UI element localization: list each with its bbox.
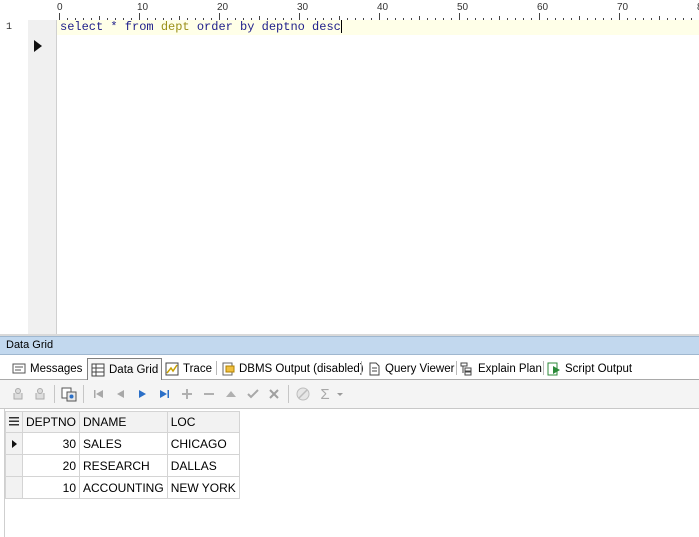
explain-plan-icon — [460, 362, 474, 376]
row-indicator[interactable] — [5, 432, 23, 455]
refresh-icon[interactable] — [295, 386, 311, 402]
last-record-icon[interactable] — [156, 386, 172, 402]
tab-dbms-output[interactable]: DBMS Output (disabled) — [221, 359, 364, 378]
sql-editor[interactable]: 01020304050607080 1 select * from dept o… — [0, 0, 699, 334]
ruler-label: 50 — [457, 2, 469, 13]
tab-separator — [543, 361, 544, 375]
cell-loc[interactable]: CHICAGO — [166, 432, 240, 455]
tab-separator — [216, 361, 217, 375]
save-icon[interactable] — [10, 386, 26, 402]
tab-label: Script Output — [565, 362, 633, 375]
data-grid-icon — [91, 363, 105, 377]
prior-record-icon[interactable] — [113, 386, 129, 402]
table-row[interactable]: 10 ACCOUNTING NEW YORK — [5, 476, 240, 499]
cell-deptno[interactable]: 30 — [21, 432, 81, 455]
tab-label: Messages — [30, 362, 83, 375]
tab-label: DBMS Output (disabled) — [239, 362, 364, 375]
tab-label: Data Grid — [109, 363, 159, 376]
header-row: DEPTNO DNAME LOC — [5, 411, 240, 433]
output-panel-title-bar: Data Grid — [0, 336, 699, 355]
sql-keyword-text: select * from — [60, 20, 161, 34]
tab-trace[interactable]: Trace — [165, 359, 212, 378]
cell-dname[interactable]: SALES — [79, 432, 168, 455]
cell-deptno[interactable]: 20 — [21, 454, 81, 477]
current-line-arrow-icon — [34, 40, 42, 52]
ruler-label: 10 — [137, 2, 149, 13]
edit-record-icon[interactable] — [223, 386, 239, 402]
line-number-gutter: 1 — [0, 20, 28, 334]
tab-messages[interactable]: Messages — [12, 359, 82, 378]
ruler-tick — [299, 13, 300, 20]
tab-explain-plan[interactable]: Explain Plan — [460, 359, 542, 378]
sum-icon[interactable]: Σ — [317, 386, 333, 403]
sql-keyword-text: order by deptno desc — [189, 20, 341, 34]
ruler-label: 70 — [617, 2, 629, 13]
output-tabs: Messages Data Grid Trace DBMS Output (di… — [0, 355, 699, 380]
ruler-tick — [219, 13, 220, 20]
query-viewer-icon — [367, 362, 381, 376]
post-edit-icon[interactable] — [245, 386, 261, 402]
marker-gutter — [28, 20, 57, 334]
results-table: DEPTNO DNAME LOC 30 SALES CHICAGO 20 RES… — [5, 411, 240, 499]
table-row[interactable]: 30 SALES CHICAGO — [5, 432, 240, 455]
export-icon[interactable] — [61, 386, 77, 402]
cell-dname[interactable]: ACCOUNTING — [79, 476, 168, 499]
column-header-deptno[interactable]: DEPTNO — [21, 411, 81, 433]
next-record-icon[interactable] — [134, 386, 150, 402]
ruler-tick — [459, 13, 460, 20]
table-row[interactable]: 20 RESEARCH DALLAS — [5, 454, 240, 477]
column-header-loc[interactable]: LOC — [166, 411, 240, 433]
ruler-tick — [59, 13, 60, 20]
ruler-tick — [539, 13, 540, 20]
cancel-edit-icon[interactable] — [266, 386, 282, 402]
ruler-tick — [139, 13, 140, 20]
script-output-icon — [547, 362, 561, 376]
results-grid[interactable]: DEPTNO DNAME LOC 30 SALES CHICAGO 20 RES… — [4, 409, 699, 537]
ruler-label: 40 — [377, 2, 389, 13]
toolbar-separator — [83, 385, 84, 403]
text-caret — [340, 20, 342, 34]
tab-script-output[interactable]: Script Output — [547, 359, 632, 378]
save-as-icon[interactable] — [32, 386, 48, 402]
current-row-arrow-icon — [11, 439, 17, 448]
ruler-label: 0 — [57, 2, 63, 13]
tab-separator — [456, 361, 457, 375]
grid-menu-icon[interactable] — [5, 411, 23, 433]
column-ruler: 01020304050607080 — [57, 0, 699, 21]
cell-loc[interactable]: DALLAS — [166, 454, 240, 477]
ruler-label: 20 — [217, 2, 229, 13]
insert-record-icon[interactable] — [179, 386, 195, 402]
output-panel-title: Data Grid — [6, 339, 54, 351]
tab-label: Trace — [183, 362, 212, 375]
code-area[interactable]: select * from dept order by deptno desc — [57, 20, 699, 334]
delete-record-icon[interactable] — [201, 386, 217, 402]
ruler-tick — [379, 13, 380, 20]
toolbar-separator — [288, 385, 289, 403]
row-indicator[interactable] — [5, 454, 23, 477]
tab-query-viewer[interactable]: Query Viewer — [367, 359, 454, 378]
tab-data-grid[interactable]: Data Grid — [87, 358, 163, 380]
ruler-tick — [619, 13, 620, 20]
cell-dname[interactable]: RESEARCH — [79, 454, 168, 477]
column-header-dname[interactable]: DNAME — [79, 411, 168, 433]
cell-deptno[interactable]: 10 — [21, 476, 81, 499]
toolbar-separator — [54, 385, 55, 403]
ruler-label: 60 — [537, 2, 549, 13]
sql-table-name: dept — [160, 20, 190, 34]
line-number: 1 — [6, 22, 13, 33]
dropdown-icon[interactable] — [335, 386, 345, 402]
trace-icon — [165, 362, 179, 376]
ruler-label: 30 — [297, 2, 309, 13]
messages-icon — [12, 362, 26, 376]
grid-toolbar: Σ — [0, 380, 699, 409]
dbms-output-icon — [221, 362, 235, 376]
tab-label: Query Viewer — [385, 362, 455, 375]
tab-label: Explain Plan — [478, 362, 542, 375]
sql-statement[interactable]: select * from dept order by deptno desc — [60, 20, 342, 35]
tab-separator — [361, 361, 362, 375]
first-record-icon[interactable] — [91, 386, 107, 402]
cell-loc[interactable]: NEW YORK — [166, 476, 240, 499]
row-indicator[interactable] — [5, 476, 23, 499]
